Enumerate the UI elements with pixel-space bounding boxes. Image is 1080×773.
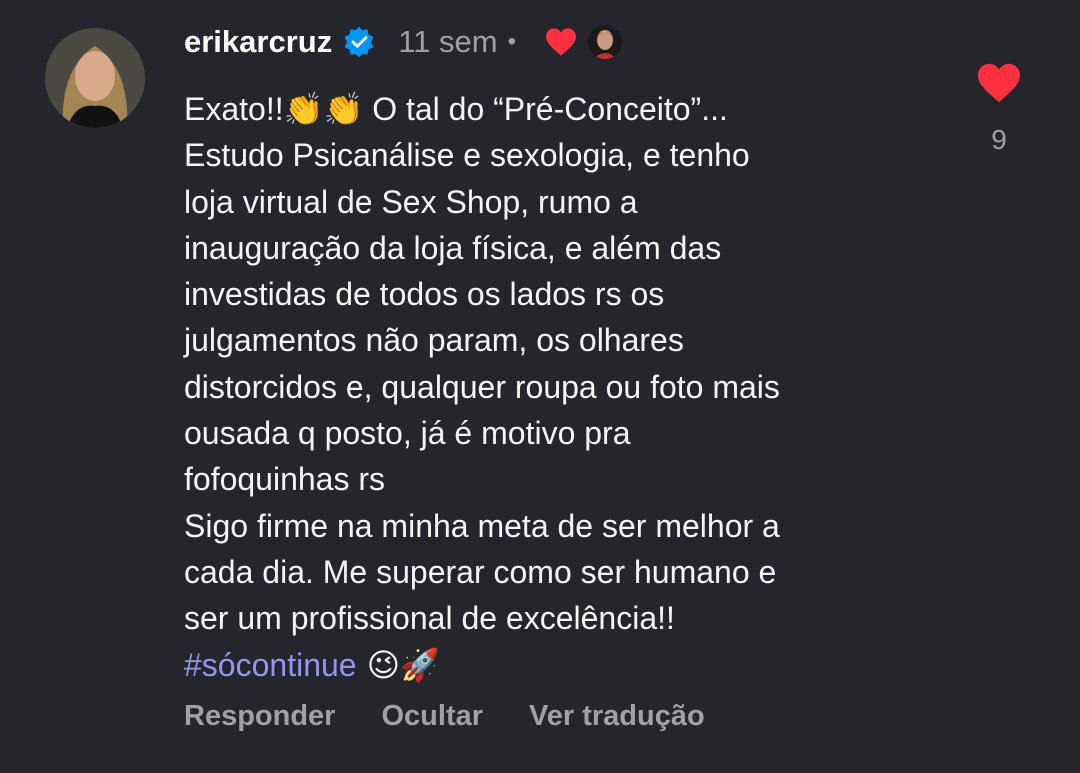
translate-button[interactable]: Ver tradução [529,700,705,733]
comment-line: ousada q posto, já é motivo pra [184,415,631,452]
username[interactable]: erikarcruz [184,24,332,60]
comment-line: loja virtual de Sex Shop, rumo a [184,183,638,220]
emoji-text: 😉🚀 [356,645,440,684]
author-liked-heart-icon [544,27,578,57]
verified-badge-icon [342,25,376,59]
separator-dot: • [507,28,516,55]
comment-line: cada dia. Me superar como ser humano e [184,553,777,590]
comment-text: Exato!!👏👏 O tal do “Pré-Conceito”... Est… [184,86,964,688]
comment-line: inauguração da loja física, e além das [184,229,722,266]
comment-line-hashtag: #sócontinue 😉🚀 [184,642,964,688]
comment-line: Exato!!👏👏 O tal do “Pré-Conceito”... [184,91,728,127]
comment-header: erikarcruz 11 sem • [184,20,622,64]
hide-button[interactable]: Ocultar [381,700,483,733]
comment-actions: Responder Ocultar Ver tradução [184,700,751,733]
comment-line: fofoquinhas rs [184,461,386,498]
like-column: 9 [973,62,1025,156]
comment-line: Sigo firme na minha meta de ser melhor a [184,507,780,544]
hashtag-link[interactable]: #sócontinue [184,647,357,683]
comment-line: investidas de todos os lados rs os [184,276,665,313]
comment-line: distorcidos e, qualquer roupa ou foto ma… [184,368,780,405]
like-count: 9 [991,124,1007,155]
like-heart-icon[interactable] [976,62,1022,104]
avatar-image [45,28,145,128]
comment-timestamp: 11 sem [398,24,498,59]
comment-line: julgamentos não param, os olhares [184,322,684,359]
user-avatar[interactable] [45,28,145,128]
comment-line: ser um profissional de excelência!! [184,600,675,637]
reply-button[interactable]: Responder [184,700,335,733]
author-avatar [587,25,622,59]
comment-line: Estudo Psicanálise e sexologia, e tenho [184,137,750,174]
